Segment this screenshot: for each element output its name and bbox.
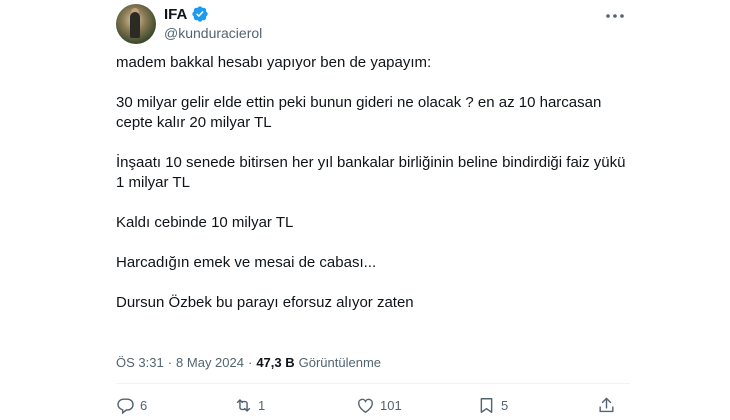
share-button[interactable] (597, 396, 616, 415)
meta-separator: · (247, 355, 253, 370)
bookmark-count: 5 (501, 398, 509, 413)
tweet-paragraph: 30 milyar gelir elde ettin peki bunun gi… (116, 94, 602, 131)
reply-icon (117, 398, 134, 415)
reply-count: 6 (140, 398, 148, 413)
bookmark-button[interactable]: 5 (477, 396, 508, 415)
handle[interactable]: @kunduracierol (164, 25, 262, 41)
tweet-text: madem bakkal hesabı yapıyor ben de yapay… (116, 53, 636, 313)
action-bar: 6 1 101 5 (0, 396, 730, 420)
tweet-paragraph: İnşaatı 10 senede bitirsen her yıl banka… (116, 154, 626, 191)
like-count: 101 (380, 398, 402, 413)
tweet-paragraph: Kaldı cebinde 10 milyar TL (116, 214, 294, 231)
tweet-time[interactable]: ÖS 3:31 (116, 355, 164, 370)
tweet-paragraph: madem bakkal hesabı yapıyor ben de yapay… (116, 54, 432, 71)
display-name[interactable]: IFA (164, 6, 187, 23)
like-icon (358, 398, 373, 414)
tweet-date[interactable]: 8 May 2024 (176, 355, 244, 370)
avatar-figure (130, 12, 140, 38)
views-count[interactable]: 47,3 B (256, 355, 294, 370)
repost-count: 1 (258, 398, 266, 413)
bookmark-icon (480, 398, 493, 413)
repost-button[interactable]: 1 (234, 396, 265, 415)
share-icon (599, 397, 614, 413)
tweet-meta: ÖS 3:31 · 8 May 2024 · 47,3 B Görüntülen… (116, 355, 381, 370)
tweet-paragraph: Harcadığın emek ve mesai de cabası... (116, 254, 377, 271)
avatar[interactable] (116, 4, 156, 44)
divider (116, 383, 630, 384)
verified-badge-icon (192, 6, 209, 22)
like-button[interactable]: 101 (356, 396, 402, 415)
meta-separator: · (167, 355, 173, 370)
repost-icon (236, 399, 251, 412)
reply-button[interactable]: 6 (116, 396, 147, 415)
tweet: IFA @kunduracierol madem bakkal hesabı y… (0, 0, 730, 420)
more-icon[interactable] (603, 7, 627, 25)
tweet-paragraph: Dursun Özbek bu parayı eforsuz alıyor za… (116, 294, 414, 311)
views-label[interactable]: Görüntülenme (299, 355, 381, 370)
author-row: IFA (164, 5, 209, 23)
